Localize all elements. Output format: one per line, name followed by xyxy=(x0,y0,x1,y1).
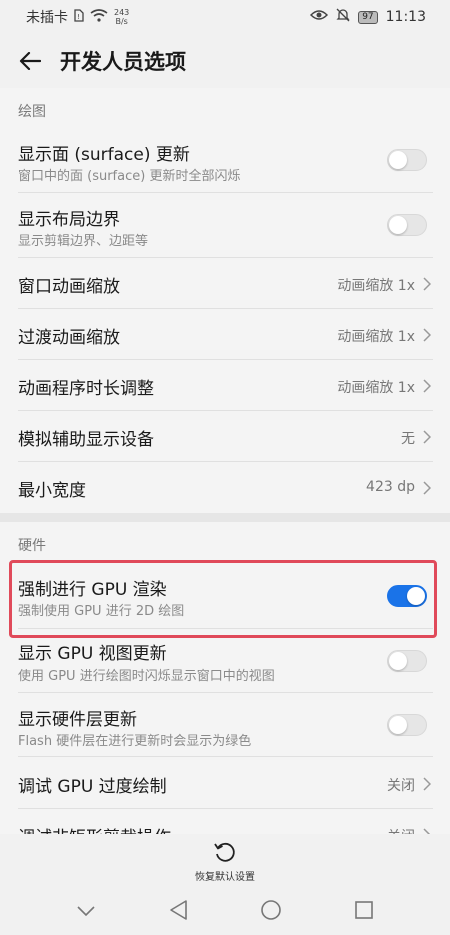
row-title: 显示面 (surface) 更新 xyxy=(18,145,190,165)
wifi-icon xyxy=(90,8,108,26)
row-value: 动画缩放 1x xyxy=(337,329,415,345)
square-recents-icon xyxy=(355,900,373,919)
back-button[interactable] xyxy=(0,34,60,88)
row-layout-bounds[interactable]: 显示布局边界 显示剪辑边界、边距等 xyxy=(18,193,433,258)
nav-hide-button[interactable] xyxy=(76,902,96,921)
row-force-gpu-rendering[interactable]: 强制进行 GPU 渲染 强制使用 GPU 进行 2D 绘图 xyxy=(18,563,433,629)
row-subtitle: 窗口中的面 (surface) 更新时全部闪烁 xyxy=(18,169,241,184)
status-left: 未插卡 ! 243 B/s xyxy=(26,7,129,27)
svg-text:!: ! xyxy=(77,13,80,21)
toggle-surface-updates[interactable] xyxy=(387,149,427,171)
reset-defaults-button[interactable]: 恢复默认设置 xyxy=(0,834,450,888)
back-arrow-icon xyxy=(19,52,41,70)
row-window-animation-scale[interactable]: 窗口动画缩放 动画缩放 1x xyxy=(18,258,433,309)
row-title: 模拟辅助显示设备 xyxy=(18,430,154,450)
row-title: 显示 GPU 视图更新 xyxy=(18,644,167,664)
net-speed-unit: B/s xyxy=(115,17,128,26)
row-value: 动画缩放 1x xyxy=(337,380,415,396)
section-separator xyxy=(0,513,450,522)
triangle-back-icon xyxy=(170,899,187,920)
toggle-knob xyxy=(407,587,425,605)
row-title: 强制进行 GPU 渲染 xyxy=(18,580,167,600)
toggle-hardware-layer-updates[interactable] xyxy=(387,714,427,736)
section-drawing: 绘图 显示面 (surface) 更新 窗口中的面 (surface) 更新时全… xyxy=(0,88,450,513)
row-value: 动画缩放 1x xyxy=(337,278,415,294)
row-value: 423 dp xyxy=(366,479,415,495)
battery-icon: 97 xyxy=(358,10,378,24)
row-simulate-secondary-display[interactable]: 模拟辅助显示设备 无 xyxy=(18,411,433,462)
chevron-right-icon xyxy=(423,328,431,342)
row-title: 最小宽度 xyxy=(18,481,86,501)
nav-recents-button[interactable] xyxy=(354,900,374,924)
row-title: 窗口动画缩放 xyxy=(18,277,120,297)
carrier-text: 未插卡 xyxy=(26,10,68,26)
row-smallest-width[interactable]: 最小宽度 423 dp xyxy=(18,462,433,513)
net-speed-value: 243 xyxy=(114,8,130,17)
eye-icon xyxy=(310,9,329,25)
section-hardware: 硬件 强制进行 GPU 渲染 强制使用 GPU 进行 2D 绘图 显示 GPU … xyxy=(0,522,450,834)
status-bar: 未插卡 ! 243 B/s 97 11:13 xyxy=(0,0,450,34)
row-debug-non-rect-clip[interactable]: 调试非矩形剪裁操作 关闭 xyxy=(18,809,433,834)
restore-icon xyxy=(214,842,235,862)
row-title: 调试 GPU 过度绘制 xyxy=(18,777,167,797)
toggle-knob xyxy=(389,151,407,169)
chevron-right-icon xyxy=(423,777,431,791)
toggle-layout-bounds[interactable] xyxy=(387,214,427,236)
app-header: 开发人员选项 xyxy=(0,34,450,88)
row-show-gpu-view-updates[interactable]: 显示 GPU 视图更新 使用 GPU 进行绘图时闪烁显示窗口中的视图 xyxy=(18,629,433,693)
row-title: 显示硬件层更新 xyxy=(18,710,137,730)
row-animator-duration-scale[interactable]: 动画程序时长调整 动画缩放 1x xyxy=(18,360,433,411)
row-transition-animation-scale[interactable]: 过渡动画缩放 动画缩放 1x xyxy=(18,309,433,360)
row-title: 动画程序时长调整 xyxy=(18,379,154,399)
clock-text: 11:13 xyxy=(385,9,426,25)
row-subtitle: 使用 GPU 进行绘图时闪烁显示窗口中的视图 xyxy=(18,669,275,684)
row-subtitle: 显示剪辑边界、边距等 xyxy=(18,234,149,249)
page-title: 开发人员选项 xyxy=(60,50,186,74)
row-title: 显示布局边界 xyxy=(18,210,120,230)
row-surface-updates[interactable]: 显示面 (surface) 更新 窗口中的面 (surface) 更新时全部闪烁 xyxy=(18,128,433,193)
row-show-hardware-layer-updates[interactable]: 显示硬件层更新 Flash 硬件层在进行更新时会显示为绿色 xyxy=(18,693,433,757)
toggle-knob xyxy=(389,216,407,234)
reset-label: 恢复默认设置 xyxy=(195,871,255,883)
chevron-right-icon xyxy=(423,277,431,291)
row-subtitle: 强制使用 GPU 进行 2D 绘图 xyxy=(18,604,185,619)
row-value: 关闭 xyxy=(387,778,415,794)
toggle-knob xyxy=(389,716,407,734)
system-nav-bar xyxy=(0,888,450,935)
mute-bell-icon xyxy=(336,8,350,26)
toggle-gpu-view-updates[interactable] xyxy=(387,650,427,672)
row-value: 无 xyxy=(401,431,415,447)
row-debug-gpu-overdraw[interactable]: 调试 GPU 过度绘制 关闭 xyxy=(18,757,433,809)
status-right: 97 11:13 xyxy=(310,8,426,26)
net-speed: 243 B/s xyxy=(114,8,129,26)
chevron-right-icon xyxy=(423,379,431,393)
row-title: 调试非矩形剪裁操作 xyxy=(18,823,171,834)
toggle-force-gpu-rendering[interactable] xyxy=(387,585,427,607)
row-title: 过渡动画缩放 xyxy=(18,328,120,348)
section-label-drawing: 绘图 xyxy=(18,104,46,120)
chevron-right-icon xyxy=(423,481,431,495)
sim-icon: ! xyxy=(74,8,84,26)
circle-home-icon xyxy=(261,899,281,920)
nav-back-button[interactable] xyxy=(168,899,188,925)
chevron-down-icon xyxy=(77,906,95,917)
row-subtitle: Flash 硬件层在进行更新时会显示为绿色 xyxy=(18,734,252,749)
chevron-right-icon xyxy=(423,430,431,444)
nav-home-button[interactable] xyxy=(260,899,282,925)
toggle-knob xyxy=(389,652,407,670)
section-label-hardware: 硬件 xyxy=(18,538,46,554)
row-value: 关闭 xyxy=(387,826,415,834)
